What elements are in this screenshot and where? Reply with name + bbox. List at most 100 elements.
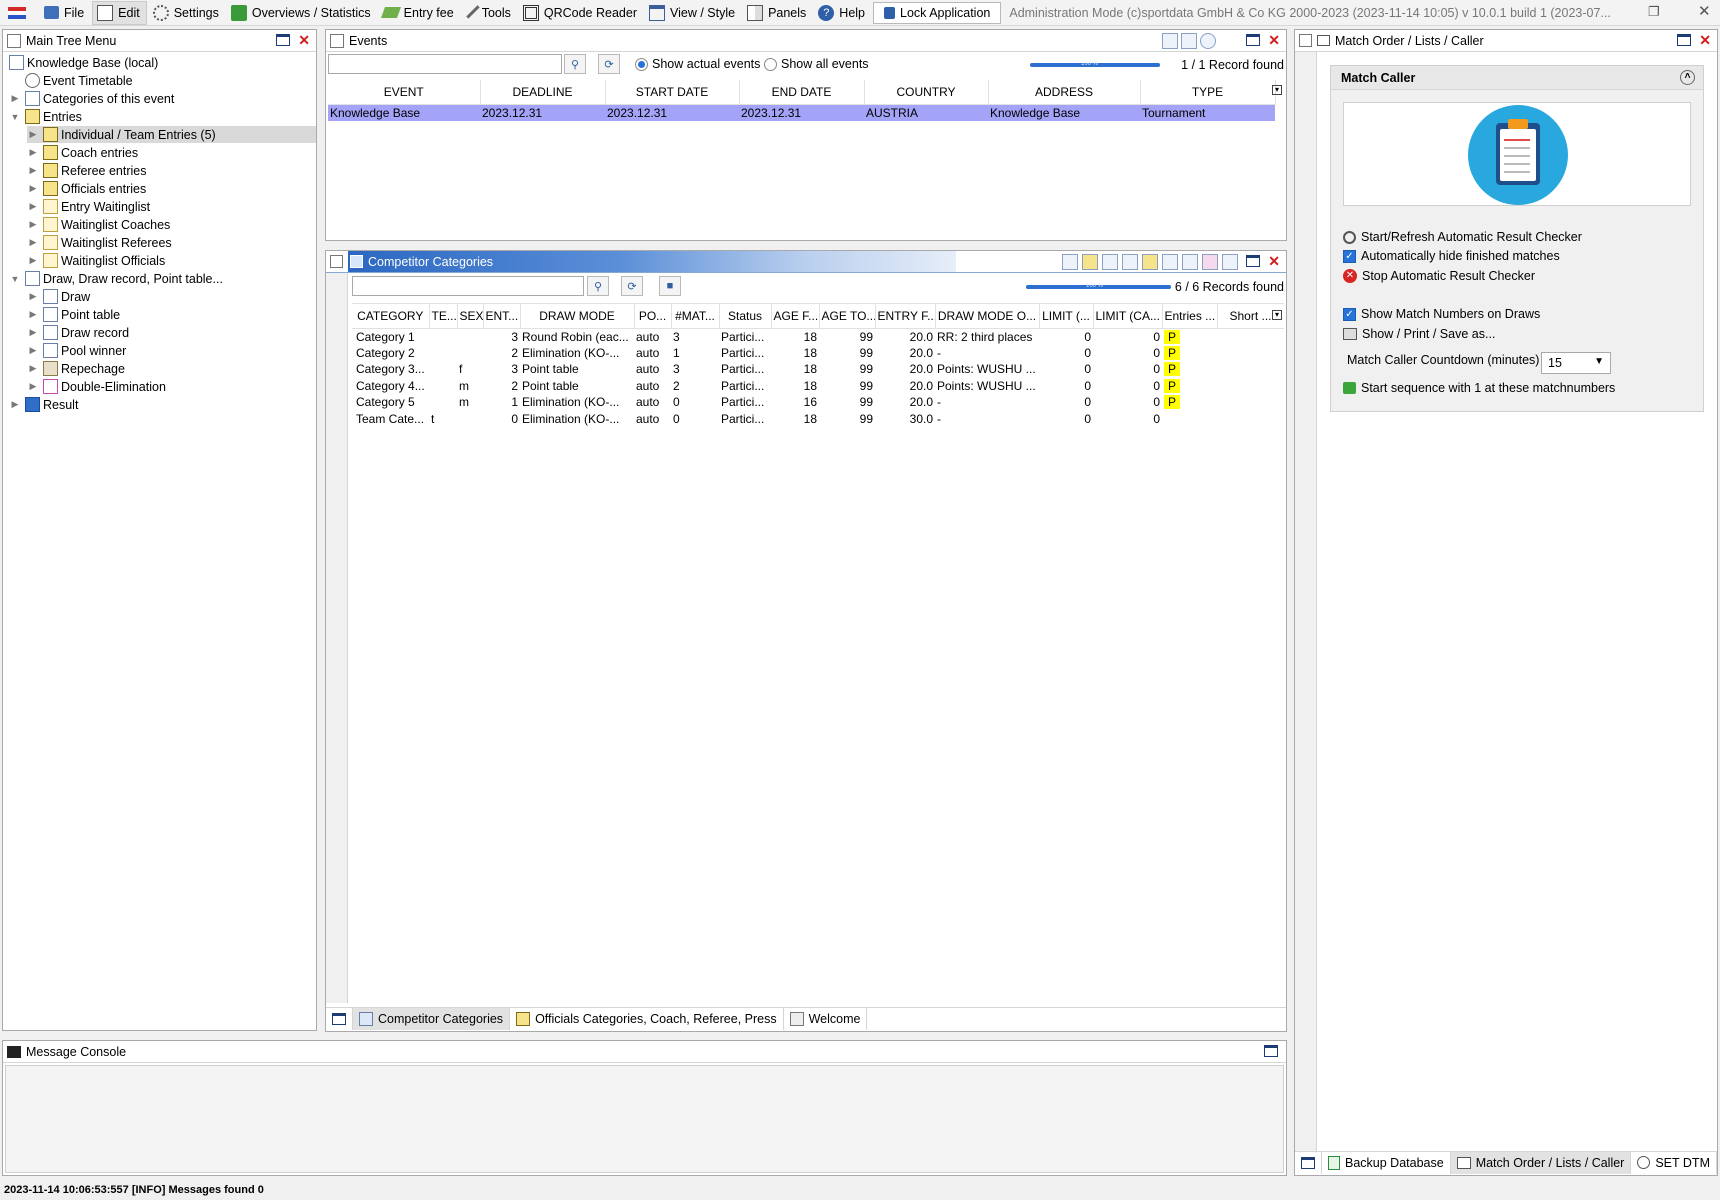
paste-icon[interactable]	[1082, 254, 1098, 270]
maximize-panel-icon[interactable]	[1677, 34, 1691, 46]
countdown-select[interactable]: 15 ▼	[1541, 352, 1611, 374]
open-folder-icon[interactable]	[1062, 254, 1078, 270]
tree-node-referee-entries[interactable]: ▶ Referee entries	[27, 162, 146, 179]
tree-node-individual-team-entries[interactable]: ▶ Individual / Team Entries (5)	[27, 126, 316, 143]
tree-node-double-elimination[interactable]: ▶ Double-Elimination	[27, 378, 166, 395]
start-refresh-checker-button[interactable]: Start/Refresh Automatic Result Checker	[1343, 230, 1582, 244]
tree-node-point-table[interactable]: ▶ Point table	[27, 306, 120, 323]
refresh-icon[interactable]: ⟳	[621, 276, 643, 296]
category-column-header[interactable]: DRAW MODE	[520, 304, 635, 329]
grid-icon[interactable]	[1222, 254, 1238, 270]
list-icon[interactable]	[1122, 254, 1138, 270]
category-row[interactable]: Category 4... m 2 Point table auto 2 Partici..…	[352, 378, 1284, 395]
auto-hide-checkbox[interactable]: ✓ Automatically hide finished matches	[1343, 249, 1560, 263]
lock-application-button[interactable]: Lock Application	[873, 1, 1002, 24]
category-column-header[interactable]: CATEGORY	[352, 304, 430, 329]
category-column-header[interactable]: PO...	[634, 304, 672, 329]
tab-welcome[interactable]: Welcome	[784, 1007, 868, 1030]
maximize-panel-icon[interactable]	[1246, 34, 1260, 46]
tree-node-draw[interactable]: ▶ Draw	[27, 288, 90, 305]
menu-panels[interactable]: Panels	[743, 1, 812, 25]
col-end-date[interactable]: END DATE	[739, 80, 865, 105]
category-column-header[interactable]: AGE TO...	[819, 304, 876, 329]
expand-arrow-icon[interactable]: ▶	[27, 327, 39, 338]
close-panel-icon[interactable]: ✕	[1268, 33, 1280, 47]
start-sequence-button[interactable]: Start sequence with 1 at these matchnumb…	[1343, 381, 1615, 395]
clock-icon[interactable]	[1200, 33, 1216, 49]
col-type[interactable]: TYPE	[1140, 80, 1276, 105]
category-column-header[interactable]: TE...	[429, 304, 458, 329]
expand-arrow-icon[interactable]: ▶	[9, 93, 21, 104]
menu-qrcode[interactable]: QRCode Reader	[519, 1, 643, 25]
menu-tools[interactable]: Tools	[462, 1, 517, 25]
expand-arrow-icon[interactable]: ▶	[9, 399, 21, 410]
tree-node-result[interactable]: ▶ Result	[9, 396, 78, 413]
refresh-icon[interactable]: ⟳	[598, 54, 620, 74]
edit-event-icon[interactable]	[1162, 33, 1178, 49]
tree-node-draw-group[interactable]: ▼ Draw, Draw record, Point table...	[9, 270, 223, 287]
panel-layout-icon[interactable]	[1295, 1151, 1322, 1174]
tree-node-knowledge-base[interactable]: Knowledge Base (local)	[9, 54, 158, 71]
tab-officials-categories[interactable]: Officials Categories, Coach, Referee, Pr…	[510, 1007, 784, 1030]
tree-node-pool-winner[interactable]: ▶ Pool winner	[27, 342, 126, 359]
col-address[interactable]: ADDRESS	[988, 80, 1141, 105]
menu-overviews[interactable]: Overviews / Statistics	[227, 1, 377, 25]
expand-arrow-icon[interactable]: ▶	[27, 165, 39, 176]
category-column-header[interactable]: Entries ...	[1162, 304, 1218, 329]
category-column-header[interactable]: LIMIT (...	[1039, 304, 1094, 329]
expand-arrow-icon[interactable]: ▶	[27, 381, 39, 392]
expand-arrow-icon[interactable]: ▶	[27, 345, 39, 356]
category-column-header[interactable]: Status	[719, 304, 772, 329]
show-actual-events-radio[interactable]: Show actual events	[635, 57, 760, 72]
open-folder-icon[interactable]	[1181, 33, 1197, 49]
menu-settings[interactable]: Settings	[149, 1, 225, 25]
column-chooser-icon[interactable]: ▾	[1272, 310, 1282, 320]
expand-arrow-icon[interactable]: ▶	[27, 183, 39, 194]
category-row[interactable]: Category 3... f 3 Point table auto 3 Partici..…	[352, 361, 1284, 378]
category-row[interactable]: Category 1 3 Round Robin (eac... auto 3 Parti…	[352, 328, 1284, 345]
show-all-events-radio[interactable]: Show all events	[764, 57, 869, 72]
tree-node-draw-record[interactable]: ▶ Draw record	[27, 324, 129, 341]
show-match-numbers-checkbox[interactable]: ✓ Show Match Numbers on Draws	[1343, 307, 1540, 321]
form-icon[interactable]	[1102, 254, 1118, 270]
category-column-header[interactable]: ENTRY F...	[875, 304, 936, 329]
expand-arrow-icon[interactable]: ▶	[27, 129, 39, 140]
column-chooser-icon[interactable]: ▾	[1272, 85, 1282, 95]
expand-arrow-icon[interactable]: ▶	[27, 201, 39, 212]
maximize-panel-icon[interactable]	[1246, 255, 1260, 267]
category-column-header[interactable]: LIMIT (CA...	[1093, 304, 1163, 329]
tree-node-waitinglist-referees[interactable]: ▶ Waitinglist Referees	[27, 234, 172, 251]
search-icon[interactable]: ⚲	[587, 276, 609, 296]
print-icon[interactable]	[1202, 254, 1218, 270]
sort-icon[interactable]	[1142, 254, 1158, 270]
menu-file[interactable]: File	[40, 1, 90, 25]
category-row[interactable]: Category 5 m 1 Elimination (KO-... auto 0 Part…	[352, 394, 1284, 411]
tree-node-entry-waitinglist[interactable]: ▶ Entry Waitinglist	[27, 198, 150, 215]
collapse-arrow-icon[interactable]: ▼	[9, 274, 21, 284]
columns-icon[interactable]	[1162, 254, 1178, 270]
tree-node-waitinglist-officials[interactable]: ▶ Waitinglist Officials	[27, 252, 165, 269]
menu-help[interactable]: ? Help	[814, 1, 871, 25]
tree-node-waitinglist-coaches[interactable]: ▶ Waitinglist Coaches	[27, 216, 170, 233]
col-start-date[interactable]: START DATE	[605, 80, 740, 105]
category-column-header[interactable]: DRAW MODE O...	[935, 304, 1040, 329]
tab-competitor-categories[interactable]: Competitor Categories	[353, 1007, 511, 1030]
category-column-header[interactable]: SEX	[457, 304, 484, 329]
collapse-section-icon[interactable]: ˄	[1680, 70, 1695, 85]
col-deadline[interactable]: DEADLINE	[480, 80, 606, 105]
tab-match-order[interactable]: Match Order / Lists / Caller	[1450, 1151, 1632, 1174]
tab-set-dtm[interactable]: SET DTM	[1631, 1151, 1717, 1174]
events-search-input[interactable]	[328, 54, 562, 74]
tree-node-event-timetable[interactable]: Event Timetable	[25, 72, 133, 89]
menu-view-style[interactable]: View / Style	[645, 1, 741, 25]
categories-search-input[interactable]	[352, 276, 584, 296]
stop-checker-button[interactable]: ✕ Stop Automatic Result Checker	[1343, 269, 1535, 283]
category-column-header[interactable]: #MAT...	[671, 304, 720, 329]
category-row[interactable]: Team Cate... t 0 Elimination (KO-... auto 0 Pa…	[352, 411, 1284, 428]
col-country[interactable]: COUNTRY	[864, 80, 989, 105]
maximize-panel-icon[interactable]	[276, 34, 290, 46]
category-column-header[interactable]: AGE F...	[771, 304, 820, 329]
menu-entry-fee[interactable]: Entry fee	[379, 1, 460, 25]
category-column-header[interactable]: ENT...	[483, 304, 521, 329]
category-row[interactable]: Category 2 2 Elimination (KO-... auto 1 Parti…	[352, 345, 1284, 362]
